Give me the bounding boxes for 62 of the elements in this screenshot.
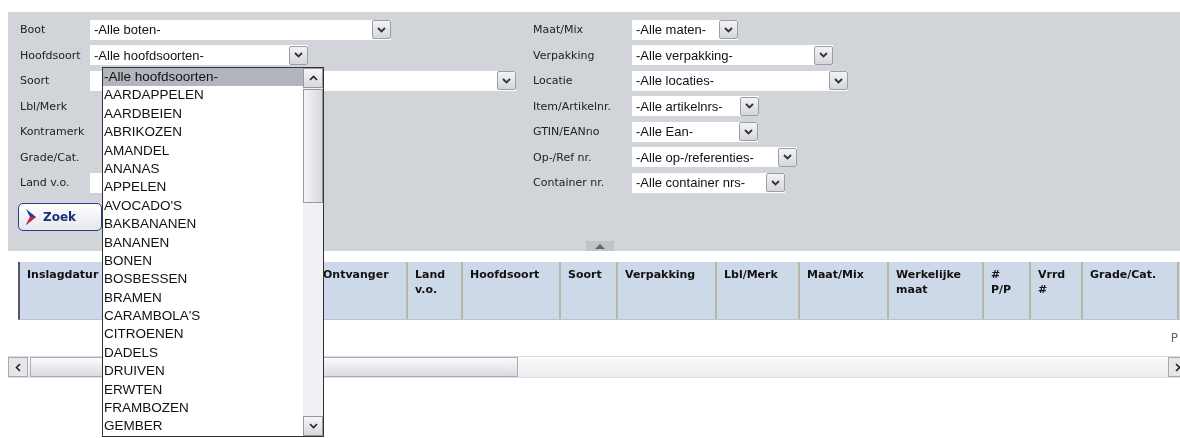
scroll-up-icon[interactable] [303,68,323,88]
pager-text: P [1170,331,1178,345]
dropdown-option[interactable]: DRUIVEN [103,362,303,381]
vertical-scrollbar[interactable] [303,68,323,436]
select-field[interactable]: -Alle boten- [90,19,391,40]
dropdown-option[interactable]: CITROENEN [103,325,303,344]
scroll-thumb[interactable] [303,89,323,203]
dropdown-option[interactable]: -Alle hoofdsoorten- [103,68,303,87]
dropdown-option[interactable]: BRAMEN [103,288,303,308]
column-header[interactable]: Soort [561,262,618,319]
filter-label: Locatie [533,74,574,88]
column-header[interactable]: Hoofdsoort [463,262,561,319]
filter-label: Op-/Ref nr. [533,150,593,164]
dropdown-option[interactable]: CARAMBOLA'S [103,307,303,326]
select-field[interactable]: -Alle Ean- [632,121,758,142]
filter-label: Item/Artikelnr. [533,99,612,113]
select-field[interactable]: -Alle verpakking- [632,45,833,66]
column-header[interactable]: Land v.o. [408,262,463,319]
column-header[interactable]: # P/P [984,262,1031,319]
filter-label: Container nr. [533,176,606,190]
select-field[interactable]: -Alle hoofdsoorten- [90,45,308,66]
dropdown-option[interactable]: APPELEN [103,178,303,197]
column-header[interactable]: Maat/Mix [800,262,889,319]
filter-label: Lbl/Merk [19,99,69,113]
select-field[interactable]: -Alle artikelnrs- [632,96,759,117]
filter-label: Soort [19,74,51,88]
column-header[interactable]: Grade/Cat. [1083,262,1179,319]
dropdown-option[interactable]: AARDBEIEN [103,104,303,124]
dropdown-option[interactable]: GEMBER [103,417,303,436]
scroll-down-icon[interactable] [303,416,323,436]
dropdown-option[interactable]: AARDAPPELEN [103,86,303,105]
dropdown-option[interactable]: FRAMBOZEN [103,399,303,418]
scroll-left-icon[interactable] [8,357,28,377]
select-field[interactable]: -Alle maten- [632,19,738,40]
filter-label: Boot [19,23,47,37]
filter-label: Land v.o. [19,176,71,190]
column-header[interactable]: Vrrd # [1031,262,1083,319]
dropdown-option[interactable]: BAKBANANEN [103,215,303,234]
dropdown-option[interactable]: BANANEN [103,233,303,252]
select-field[interactable]: -Alle container nrs- [632,172,785,193]
filter-label: GTIN/EANno [533,125,601,139]
dropdown-option[interactable]: BOSBESSEN [103,270,303,289]
dropdown-option[interactable]: ANANAS [103,159,303,179]
dropdown-option[interactable]: AVOCADO'S [103,196,303,216]
filter-label: Maat/Mix [533,23,585,37]
collapse-handle-icon[interactable] [586,241,614,251]
filter-label: Grade/Cat. [19,150,81,164]
dropdown-option[interactable]: ERWTEN [103,380,303,400]
dropdown-option[interactable]: ABRIKOZEN [103,123,303,142]
dropdown-option[interactable]: AMANDEL [103,141,303,160]
column-header[interactable]: Lbl/Merk [717,262,800,319]
select-field[interactable]: -Alle locaties- [632,70,848,91]
filter-label: Verpakking [533,48,596,62]
filter-label: Hoofdsoort [19,48,82,62]
search-button[interactable]: Zoek [18,202,102,231]
filter-label: Kontramerk [19,125,86,139]
column-header[interactable]: Werkelijke maat [889,262,984,319]
dropdown-option[interactable]: DADELS [103,343,303,363]
select-field[interactable]: -Alle op-/referenties- [632,147,797,168]
dropdown-option[interactable]: BONEN [103,251,303,271]
chevron-icon [25,207,37,226]
column-header[interactable]: Verpakking [618,262,717,319]
